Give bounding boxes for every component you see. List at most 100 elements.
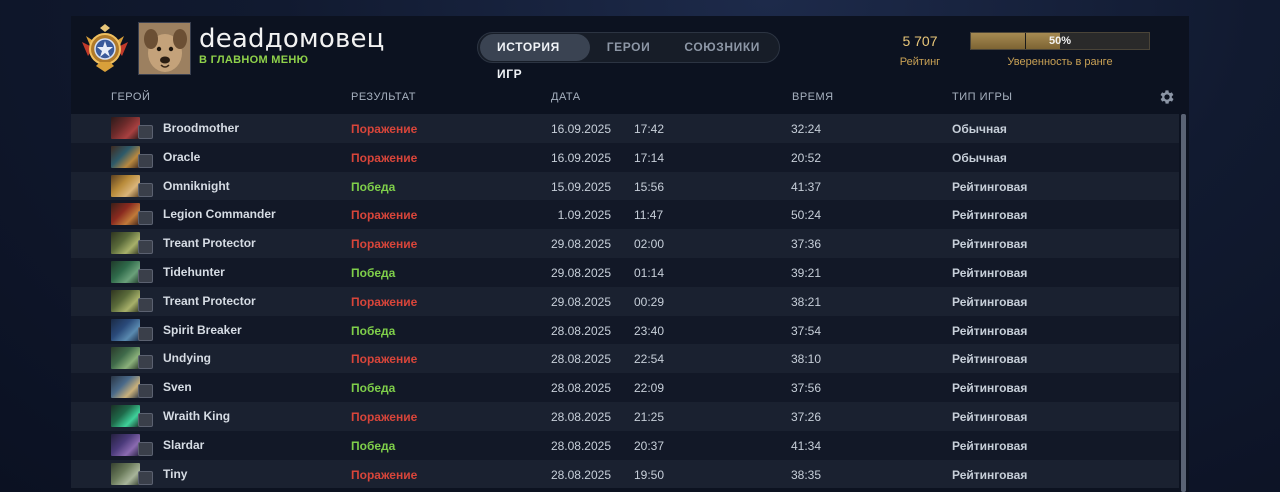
hero-role-badge-icon bbox=[138, 240, 153, 255]
match-date: 28.08.2025 bbox=[550, 467, 611, 482]
match-row[interactable]: Slardar Победа 28.08.2025 20:37 41:34 Рейтинг… bbox=[71, 430, 1179, 460]
hero-portrait bbox=[111, 289, 140, 312]
match-date: 28.08.2025 bbox=[550, 438, 611, 453]
hero-name: Oracle bbox=[163, 149, 201, 164]
hero-portrait bbox=[111, 318, 140, 341]
match-time: 17:14 bbox=[634, 150, 665, 165]
username: deadдомовец bbox=[199, 24, 385, 54]
hero-name: Broodmother bbox=[163, 121, 239, 135]
hero-role-badge-icon bbox=[138, 355, 153, 370]
match-game-type: Рейтинговая bbox=[952, 179, 1028, 194]
hero-portrait bbox=[111, 232, 140, 255]
match-time: 15:56 bbox=[634, 179, 665, 194]
hero-portrait bbox=[111, 260, 140, 283]
match-row[interactable]: Broodmother Поражение 16.09.2025 17:42 32:24… bbox=[71, 114, 1179, 143]
tab-heroes[interactable]: ГЕРОИ bbox=[590, 34, 668, 61]
hero-portrait bbox=[111, 145, 140, 168]
match-date: 28.08.2025 bbox=[550, 323, 611, 338]
match-row[interactable]: Tiny Поражение 28.08.2025 19:50 38:35 Рейтинг… bbox=[71, 459, 1179, 489]
match-date: 29.08.2025 bbox=[550, 294, 611, 309]
match-game-type: Рейтинговая bbox=[952, 265, 1028, 280]
match-result: Поражение bbox=[351, 467, 418, 482]
match-duration: 38:21 bbox=[791, 294, 822, 309]
avatar-dog-icon bbox=[139, 23, 190, 74]
match-row[interactable]: Wraith King Поражение 28.08.2025 21:25 37:26… bbox=[71, 401, 1179, 431]
match-result: Поражение bbox=[351, 409, 418, 424]
hero-portrait bbox=[111, 404, 140, 427]
avatar[interactable] bbox=[138, 22, 191, 75]
match-game-type: Обычная bbox=[952, 150, 1007, 165]
hero-name: Tidehunter bbox=[163, 264, 225, 279]
match-row[interactable]: Legion Commander Поражение 1.09.2025 11:47 5… bbox=[71, 200, 1179, 230]
match-time: 02:00 bbox=[634, 237, 665, 252]
hero-name: Treant Protector bbox=[163, 293, 256, 308]
match-result: Поражение bbox=[351, 122, 418, 136]
rank-confidence-bar: 50% bbox=[970, 32, 1150, 50]
match-date: 16.09.2025 bbox=[550, 122, 611, 136]
scrollbar[interactable] bbox=[1181, 114, 1186, 492]
match-duration: 38:35 bbox=[791, 467, 822, 482]
tab-allies[interactable]: СОЮЗНИКИ bbox=[667, 34, 777, 61]
match-date: 29.08.2025 bbox=[550, 237, 611, 252]
hero-name: Treant Protector bbox=[163, 236, 256, 251]
match-row[interactable]: Oracle Поражение 16.09.2025 17:14 20:52 Обычн… bbox=[71, 142, 1179, 172]
match-row[interactable]: Sven Победа 28.08.2025 22:09 37:56 Рейтингова… bbox=[71, 373, 1179, 402]
hero-portrait bbox=[111, 347, 140, 370]
match-game-type: Рейтинговая bbox=[952, 381, 1028, 396]
hero-name: Tiny bbox=[163, 466, 188, 481]
hero-role-badge-icon bbox=[138, 182, 153, 197]
hero-portrait bbox=[111, 376, 140, 399]
column-header-game-type: ТИП ИГРЫ bbox=[952, 91, 1013, 103]
match-duration: 41:34 bbox=[791, 438, 822, 453]
match-result: Победа bbox=[351, 179, 396, 194]
match-row[interactable]: Treant Protector Поражение 29.08.2025 00:29… bbox=[71, 286, 1179, 316]
match-time: 11:47 bbox=[634, 208, 664, 223]
hero-role-badge-icon bbox=[138, 153, 153, 168]
tab-match-history[interactable]: ИСТОРИЯ ИГР bbox=[480, 34, 590, 81]
match-result: Победа bbox=[351, 265, 396, 280]
hero-role-badge-icon bbox=[138, 211, 153, 226]
match-date: 28.08.2025 bbox=[550, 409, 611, 424]
rank-confidence-percent: 50% bbox=[1048, 35, 1072, 47]
hero-role-badge-icon bbox=[138, 441, 153, 456]
gear-icon[interactable] bbox=[1158, 88, 1176, 106]
match-date: 28.08.2025 bbox=[550, 352, 611, 367]
hero-name: Undying bbox=[163, 351, 211, 366]
match-result: Поражение bbox=[351, 352, 418, 367]
match-time: 23:40 bbox=[634, 323, 665, 338]
hero-role-badge-icon bbox=[138, 384, 153, 399]
match-game-type: Рейтинговая bbox=[952, 237, 1028, 252]
match-time: 22:09 bbox=[634, 381, 665, 396]
match-row[interactable]: Tidehunter Победа 29.08.2025 01:14 39:21 Рейт… bbox=[71, 257, 1179, 287]
match-duration: 20:52 bbox=[791, 150, 822, 165]
match-result: Поражение bbox=[351, 237, 418, 252]
match-row[interactable]: Omniknight Победа 15.09.2025 15:56 41:37 Рейт… bbox=[71, 171, 1179, 201]
hero-name: Wraith King bbox=[163, 408, 231, 423]
match-list: Broodmother Поражение 16.09.2025 17:42 32:24… bbox=[71, 114, 1179, 489]
match-row[interactable]: Undying Поражение 28.08.2025 22:54 38:10 Рейт… bbox=[71, 344, 1179, 374]
hero-name: Legion Commander bbox=[163, 207, 276, 222]
match-duration: 41:37 bbox=[791, 179, 822, 194]
hero-role-badge-icon bbox=[138, 268, 153, 283]
hero-role-badge-icon bbox=[138, 297, 153, 312]
match-result: Поражение bbox=[351, 208, 418, 223]
match-game-type: Рейтинговая bbox=[952, 467, 1028, 482]
match-result: Победа bbox=[351, 381, 396, 396]
match-time: 01:14 bbox=[634, 265, 665, 280]
match-duration: 37:54 bbox=[791, 323, 822, 338]
match-game-type: Рейтинговая bbox=[952, 352, 1028, 367]
match-result: Поражение bbox=[351, 294, 418, 309]
match-row[interactable]: Spirit Breaker Победа 28.08.2025 23:40 37:54… bbox=[71, 315, 1179, 345]
match-time: 00:29 bbox=[634, 294, 665, 309]
match-duration: 37:56 bbox=[791, 381, 822, 396]
match-game-type: Рейтинговая bbox=[952, 294, 1028, 309]
match-row[interactable]: Treant Protector Поражение 29.08.2025 02:00… bbox=[71, 229, 1179, 258]
match-game-type: Рейтинговая bbox=[952, 409, 1028, 424]
hero-name: Spirit Breaker bbox=[163, 322, 242, 337]
match-time: 19:50 bbox=[634, 467, 665, 482]
rating-value: 5 707 bbox=[902, 33, 938, 49]
match-game-type: Рейтинговая bbox=[952, 323, 1028, 338]
hero-role-badge-icon bbox=[138, 125, 153, 139]
match-date: 15.09.2025 bbox=[550, 179, 611, 194]
hero-portrait bbox=[111, 174, 140, 197]
